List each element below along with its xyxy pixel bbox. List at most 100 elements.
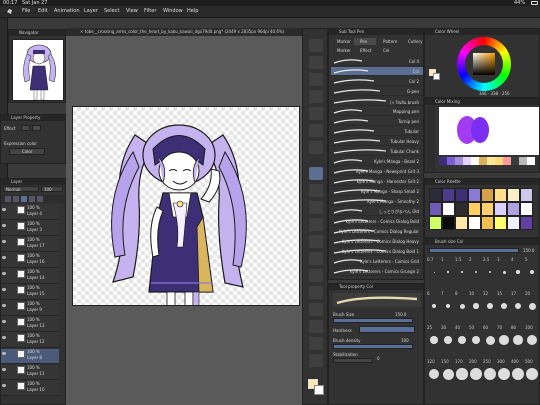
visibility-eye-icon[interactable] xyxy=(2,320,6,323)
brush-size-preset[interactable]: 150 xyxy=(441,359,455,391)
brush-size-preset[interactable]: 500 xyxy=(525,359,539,391)
brush-size-preset[interactable]: 20 xyxy=(525,291,539,323)
reference-icon[interactable] xyxy=(21,196,27,202)
brush-size-preset[interactable]: 80 xyxy=(511,325,525,357)
mix-swatch[interactable] xyxy=(511,157,519,165)
visibility-eye-icon[interactable] xyxy=(2,384,6,387)
brush-item[interactable]: Col 2 xyxy=(331,77,423,86)
mix-swatch[interactable] xyxy=(471,157,479,165)
tab-cutlery[interactable]: Cutlery xyxy=(402,38,424,45)
visibility-eye-icon[interactable] xyxy=(2,272,6,275)
hand-tool-icon[interactable] xyxy=(309,56,323,69)
fill-tool-icon[interactable] xyxy=(309,286,323,299)
layer-row[interactable]: 100 % Layer 10 xyxy=(1,381,59,396)
brush-size-preset[interactable]: 300 xyxy=(497,359,511,391)
brush-item[interactable]: (« ใส่เส้น brush xyxy=(331,97,423,106)
layer-row[interactable]: 100 % Layer 11 xyxy=(1,365,59,380)
menu-select[interactable]: Select xyxy=(104,8,119,14)
brush-size-preset[interactable]: 5 xyxy=(525,257,539,289)
mix-swatch[interactable] xyxy=(439,157,447,165)
brush-size-preset[interactable]: 1.5 xyxy=(455,257,469,289)
visibility-eye-icon[interactable] xyxy=(2,240,6,243)
brush-item[interactable]: Tubular Heavy xyxy=(331,137,423,146)
visibility-eye-icon[interactable] xyxy=(2,304,6,307)
canvas-document[interactable] xyxy=(72,106,300,306)
visibility-eye-icon[interactable] xyxy=(2,256,6,259)
palette-swatch[interactable] xyxy=(481,216,494,230)
brush-size-preset[interactable]: 8 xyxy=(455,291,469,323)
brush-item[interactable]: しっとりがまぺん Old xyxy=(331,207,423,216)
palette-swatch[interactable] xyxy=(468,216,481,230)
palette-swatch[interactable] xyxy=(468,202,481,216)
wand-tool-icon[interactable] xyxy=(309,141,323,154)
mix-swatch[interactable] xyxy=(479,157,487,165)
mix-swatch[interactable] xyxy=(503,157,511,165)
menu-animation[interactable]: Animation xyxy=(54,8,80,14)
mix-swatch[interactable] xyxy=(455,157,463,165)
layer-row[interactable]: 100 % Layer 8 xyxy=(1,349,59,364)
airbrush-tool-icon[interactable] xyxy=(309,218,323,231)
palette-swatch[interactable] xyxy=(520,188,533,202)
brush-size-preset[interactable]: 3 xyxy=(497,257,511,289)
tab-cel[interactable]: Cel xyxy=(377,47,399,54)
brush-item[interactable]: Col xyxy=(331,67,423,76)
brush-size-preset[interactable]: 120 xyxy=(427,359,441,391)
brush-size-preset[interactable]: 4 xyxy=(511,257,525,289)
brush-size-preset[interactable]: 15 xyxy=(497,291,511,323)
brush-tool-icon[interactable] xyxy=(309,201,323,214)
brush-item[interactable]: Col 4 xyxy=(331,57,423,66)
brush-size-preset[interactable]: 0.7 xyxy=(427,257,441,289)
tab-marker[interactable]: Marker xyxy=(331,38,353,45)
pencil-tool-icon[interactable] xyxy=(309,184,323,197)
brush-size-preset[interactable]: 17 xyxy=(511,291,525,323)
eraser-tool-icon[interactable] xyxy=(309,252,323,265)
mix-swatch[interactable] xyxy=(527,157,535,165)
brush-size-preset[interactable]: 50 xyxy=(469,325,483,357)
blend-mode-select[interactable]: Normal xyxy=(3,186,39,192)
navigator-preview[interactable] xyxy=(12,39,64,101)
brush-size-preset[interactable]: 30 xyxy=(441,325,455,357)
visibility-eye-icon[interactable] xyxy=(2,288,6,291)
palette-swatch[interactable] xyxy=(455,216,468,230)
brush-item[interactable]: Kyle's Manga - Bezel 2 xyxy=(331,157,423,166)
expression-color-select[interactable]: Color xyxy=(9,148,45,155)
brush-size-preset[interactable]: 200 xyxy=(469,359,483,391)
layer-row[interactable]: 100 % Layer 3 xyxy=(1,221,59,236)
lock-alpha-icon[interactable] xyxy=(37,196,43,202)
palette-swatch[interactable] xyxy=(429,202,442,216)
visibility-eye-icon[interactable] xyxy=(2,224,6,227)
mix-swatch[interactable] xyxy=(487,157,495,165)
move-tool-icon[interactable] xyxy=(309,73,323,86)
balloon-tool-icon[interactable] xyxy=(309,354,323,367)
palette-swatch[interactable] xyxy=(507,216,520,230)
brush-item[interactable]: Mapping pen xyxy=(331,107,423,116)
menu-filter[interactable]: Filter xyxy=(144,8,156,14)
layer-row[interactable]: 100 % Layer 17 xyxy=(1,237,59,252)
palette-swatch[interactable] xyxy=(494,188,507,202)
mask-icon[interactable] xyxy=(29,196,35,202)
menu-edit[interactable]: Edit xyxy=(38,8,48,14)
effect-border-button[interactable] xyxy=(21,125,30,131)
brush-size-preset[interactable]: 12 xyxy=(483,291,497,323)
selection-tool-icon[interactable] xyxy=(309,90,323,103)
mix-swatch[interactable] xyxy=(495,157,503,165)
zoom-tool-icon[interactable] xyxy=(309,39,323,52)
brush-item[interactable]: Tubular xyxy=(331,127,423,136)
lock-icon[interactable] xyxy=(5,196,11,202)
brush-item[interactable]: Kyle's Manga - Harvester Grit 2 xyxy=(331,177,423,186)
brush-size-preset[interactable]: 70 xyxy=(497,325,511,357)
brush-size-preset[interactable]: 170 xyxy=(455,359,469,391)
brush-item[interactable]: Kyle's Manga - Newsprint Grit 3 xyxy=(331,167,423,176)
blend-tool-icon[interactable] xyxy=(309,269,323,282)
gradient-tool-icon[interactable] xyxy=(309,303,323,316)
menu-file[interactable]: File xyxy=(22,8,30,14)
brush-item[interactable]: Kyle's Manga - Smoothy 2 xyxy=(331,197,423,206)
brush-item[interactable]: Kyle's Letterers - Comics Dialog Bold xyxy=(331,217,423,226)
visibility-eye-icon[interactable] xyxy=(2,352,6,355)
visibility-eye-icon[interactable] xyxy=(2,336,6,339)
menu-window[interactable]: Window xyxy=(163,8,183,14)
brush-item[interactable]: G-pen xyxy=(331,87,423,96)
brush-size-preset[interactable]: 2 xyxy=(469,257,483,289)
brush-item[interactable]: Kyle's Letterers - Comics Grid xyxy=(331,257,423,266)
brush-size-preset[interactable]: 1 xyxy=(441,257,455,289)
